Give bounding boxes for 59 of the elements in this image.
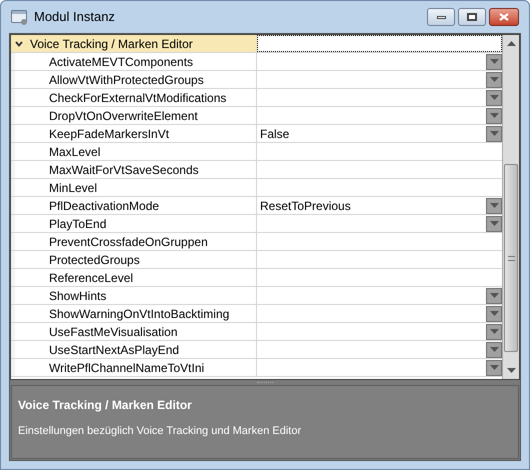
property-name: MaxWaitForVtSaveSeconds: [49, 162, 199, 178]
caret-down-icon: [490, 59, 498, 64]
property-name: MinLevel: [49, 180, 98, 196]
dropdown-button[interactable]: [486, 324, 502, 340]
scrollbar[interactable]: [502, 35, 519, 379]
window-icon: [11, 10, 28, 24]
property-name: ActivateMEVTComponents: [49, 54, 194, 70]
property-name: ShowWarningOnVtIntoBacktiming: [49, 306, 230, 322]
dropdown-button[interactable]: [486, 54, 502, 70]
property-value: ResetToPrevious: [260, 198, 351, 214]
close-button[interactable]: [489, 8, 519, 26]
dropdown-button[interactable]: [486, 288, 502, 304]
dropdown-button[interactable]: [486, 216, 502, 232]
scroll-up-icon: [506, 41, 516, 46]
property-name: UseStartNextAsPlayEnd: [49, 342, 180, 358]
property-name: WritePflChannelNameToVtIni: [49, 360, 204, 376]
property-name: PflDeactivationMode: [49, 198, 160, 214]
close-icon: [499, 13, 509, 21]
property-name: ReferenceLevel: [49, 270, 134, 286]
caret-down-icon: [490, 203, 498, 208]
category-row[interactable]: Voice Tracking / Marken Editor: [11, 35, 502, 53]
property-name: UseFastMeVisualisation: [49, 324, 178, 340]
maximize-button[interactable]: [458, 8, 486, 26]
property-name: CheckForExternalVtModifications: [49, 90, 226, 106]
property-name: ProtectedGroups: [49, 252, 140, 268]
property-name: DropVtOnOverwriteElement: [49, 108, 198, 124]
chevron-down-icon: [15, 40, 23, 46]
dropdown-button[interactable]: [486, 342, 502, 358]
caret-down-icon: [490, 329, 498, 334]
description-text: Einstellungen bezüglich Voice Tracking und Marken Editor: [18, 424, 302, 439]
dropdown-button[interactable]: [486, 198, 502, 214]
description-title: Voice Tracking / Marken Editor: [18, 397, 193, 414]
property-name: PlayToEnd: [49, 216, 106, 232]
dropdown-button[interactable]: [486, 126, 502, 142]
caret-down-icon: [490, 95, 498, 100]
dropdown-button[interactable]: [486, 90, 502, 106]
caret-down-icon: [490, 311, 498, 316]
caret-down-icon: [490, 221, 498, 226]
window-title: Modul Instanz: [34, 8, 115, 26]
scroll-thumb[interactable]: [504, 164, 518, 352]
property-name: KeepFadeMarkersInVt: [49, 126, 170, 142]
caret-down-icon: [490, 77, 498, 82]
dropdown-button[interactable]: [486, 360, 502, 376]
property-name: PreventCrossfadeOnGruppen: [49, 234, 208, 250]
caret-down-icon: [490, 113, 498, 118]
property-name: MaxLevel: [49, 144, 100, 160]
caret-down-icon: [490, 131, 498, 136]
scroll-down-icon: [506, 368, 516, 373]
dropdown-button[interactable]: [486, 306, 502, 322]
minimize-button[interactable]: [427, 8, 455, 26]
caret-down-icon: [490, 347, 498, 352]
property-name: AllowVtWithProtectedGroups: [49, 72, 204, 88]
dropdown-button[interactable]: [486, 108, 502, 124]
category-label: Voice Tracking / Marken Editor: [30, 36, 193, 52]
dropdown-button[interactable]: [486, 72, 502, 88]
property-name: ShowHints: [49, 288, 106, 304]
property-value: False: [260, 126, 290, 142]
caret-down-icon: [490, 293, 498, 298]
caret-down-icon: [490, 365, 498, 370]
